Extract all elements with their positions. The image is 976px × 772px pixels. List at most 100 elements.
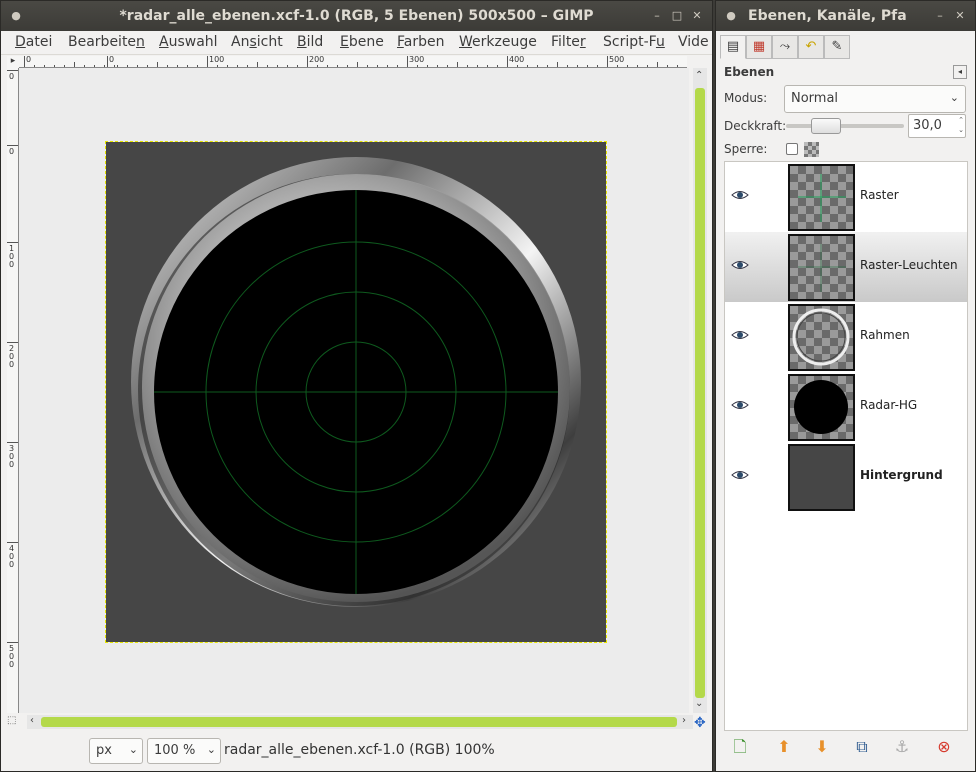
ruler-tick [7, 542, 18, 543]
dock-tabs: ▤ ▦ ⤳ ↶ ✎ [720, 35, 970, 59]
layer-name[interactable]: Hintergrund [860, 468, 943, 482]
eye-icon[interactable] [731, 329, 749, 341]
dock-titlebar[interactable]: ● Ebenen, Kanäle, Pfa – ✕ [716, 1, 975, 31]
opacity-slider-handle[interactable] [811, 118, 842, 134]
layer-name[interactable]: Raster-Leuchten [860, 258, 958, 272]
menu-ansicht[interactable]: Ansicht [231, 34, 283, 50]
tab-channels[interactable]: ▦ [746, 35, 772, 59]
tab-undo[interactable]: ↶ [798, 35, 824, 59]
layers-icon: ▤ [726, 39, 740, 54]
opacity-spinbox[interactable]: 30,0 ⌃ ⌄ [908, 114, 966, 138]
window-close-icon[interactable]: ● [722, 1, 740, 31]
ruler-label: 400 [509, 56, 525, 64]
minimize-button[interactable]: – [648, 1, 666, 31]
scroll-up-icon[interactable]: ⌃ [695, 70, 703, 81]
horizontal-ruler[interactable]: 0 0 100 200 300 400 500 [19, 56, 687, 68]
radar-image [131, 157, 581, 607]
ruler-tick [307, 56, 308, 67]
unit-select-value: px [96, 743, 112, 758]
duplicate-layer-icon[interactable]: ⧉ [848, 734, 876, 760]
menu-datei[interactable]: Datei [15, 34, 52, 50]
layer-thumbnail[interactable] [788, 374, 855, 441]
ruler-label: 500 [609, 56, 625, 64]
menu-ebene[interactable]: Ebene [340, 34, 384, 50]
eye-icon[interactable] [731, 469, 749, 481]
quick-mask-icon[interactable]: ⬚ [7, 715, 27, 729]
scroll-right-icon[interactable]: › [682, 715, 686, 726]
unit-select[interactable]: px ⌄ [89, 738, 143, 764]
tab-layers[interactable]: ▤ [720, 35, 746, 59]
maximize-button[interactable]: □ [668, 1, 686, 31]
vertical-scrollbar[interactable]: ⌃ ⌄ [693, 68, 707, 713]
chevron-down-icon: ⌄ [949, 91, 959, 104]
ruler-tick [7, 145, 18, 146]
opacity-value: 30,0 [913, 118, 942, 133]
ruler-tick [607, 56, 608, 67]
brush-icon: ✎ [831, 39, 843, 54]
ruler-label: 200 [309, 56, 325, 64]
panel-title: Ebenen [724, 65, 775, 79]
layer-row[interactable]: Raster-Leuchten [725, 232, 967, 302]
close-button[interactable]: ✕ [951, 1, 969, 31]
lock-alpha-icon[interactable] [804, 142, 819, 157]
layer-thumbnail[interactable] [788, 164, 855, 231]
ruler-label: 100 [209, 56, 225, 64]
ruler-label: 0 [9, 72, 15, 81]
minimize-button[interactable]: – [931, 1, 949, 31]
horizontal-scroll-thumb[interactable] [41, 717, 677, 727]
ruler-tick [407, 56, 408, 67]
eye-icon[interactable] [731, 189, 749, 201]
eye-icon[interactable] [731, 399, 749, 411]
layer-row[interactable]: Hintergrund [725, 442, 967, 512]
anchor-layer-icon[interactable]: ⚓ [888, 734, 916, 760]
vertical-ruler[interactable]: 0 0 100 200 300 400 500 [7, 68, 19, 713]
menu-bearbeiten[interactable]: Bearbeiten [68, 34, 145, 50]
canvas-area[interactable] [19, 68, 689, 713]
layer-row[interactable]: Rahmen [725, 302, 967, 372]
image-window: ● *radar_alle_ebenen.xcf-1.0 (RGB, 5 Ebe… [0, 0, 713, 772]
tab-brushes[interactable]: ✎ [824, 35, 850, 59]
layer-name[interactable]: Rahmen [860, 328, 910, 342]
menu-scriptfu[interactable]: Script-Fu [603, 34, 665, 50]
panel-menu-icon[interactable]: ◂ [953, 65, 967, 79]
close-button[interactable]: ✕ [688, 1, 706, 31]
opacity-slider[interactable] [786, 124, 904, 128]
ruler-tick [107, 56, 108, 67]
navigate-icon[interactable]: ✥ [694, 715, 710, 731]
menubar: Datei Bearbeiten Auswahl Ansicht Bild Ebene Fa… [1, 31, 712, 55]
layer-thumbnail[interactable] [788, 304, 855, 371]
horizontal-scrollbar[interactable]: ‹ › [27, 715, 693, 729]
layer-thumbnail[interactable] [788, 234, 855, 301]
image-canvas[interactable] [105, 141, 607, 643]
layer-name[interactable]: Raster [860, 188, 899, 202]
scroll-down-icon[interactable]: ⌄ [695, 698, 703, 709]
tab-paths[interactable]: ⤳ [772, 35, 798, 59]
eye-icon[interactable] [731, 259, 749, 271]
menu-auswahl[interactable]: Auswahl [159, 34, 218, 50]
chevron-down-icon: ⌄ [206, 743, 216, 756]
spin-arrows-icon[interactable]: ⌃ ⌄ [958, 115, 964, 135]
zoom-select[interactable]: 100 % ⌄ [147, 738, 221, 764]
ruler-tick [207, 56, 208, 67]
raise-layer-icon[interactable]: ⬆ [770, 734, 798, 760]
vertical-scroll-thumb[interactable] [695, 88, 705, 698]
image-window-titlebar[interactable]: ● *radar_alle_ebenen.xcf-1.0 (RGB, 5 Ebe… [1, 1, 712, 31]
menu-werkzeuge[interactable]: Werkzeuge [459, 34, 537, 50]
mode-label: Modus: [724, 91, 768, 105]
layer-name[interactable]: Radar-HG [860, 398, 917, 412]
lock-pixels-checkbox[interactable] [786, 143, 798, 155]
mode-select[interactable]: Normal ⌄ [784, 85, 966, 113]
menu-filter[interactable]: Filter [551, 34, 586, 50]
layer-row[interactable]: Raster [725, 162, 967, 232]
delete-layer-icon[interactable]: ⊗ [930, 734, 958, 760]
lower-layer-icon[interactable]: ⬇ [808, 734, 836, 760]
menu-vide[interactable]: Vide [678, 34, 709, 50]
layer-thumbnail[interactable] [788, 444, 855, 511]
scroll-left-icon[interactable]: ‹ [30, 715, 34, 726]
menu-bild[interactable]: Bild [297, 34, 323, 50]
layer-row[interactable]: Radar-HG [725, 372, 967, 442]
menu-farben[interactable]: Farben [397, 34, 445, 50]
new-layer-icon[interactable]: 🗋 [726, 734, 754, 760]
zoom-select-value: 100 % [154, 743, 196, 758]
ruler-tick [7, 442, 18, 443]
